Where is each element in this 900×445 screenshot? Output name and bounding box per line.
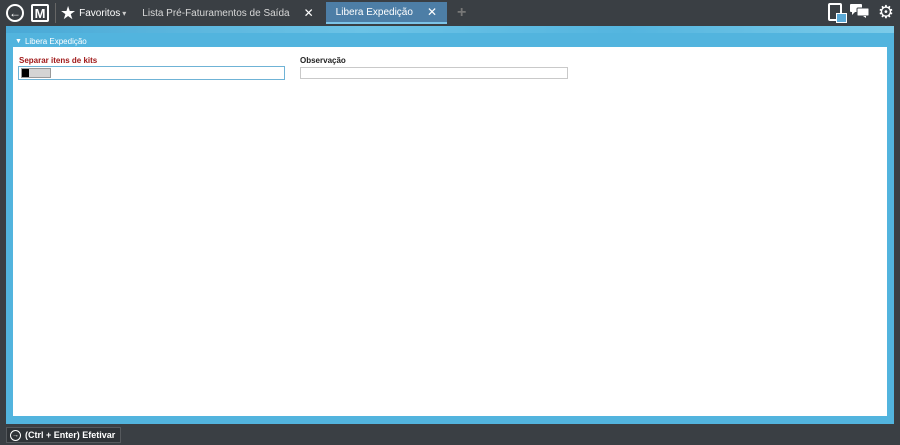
main-frame: ▼ Libera Expedição Separar itens de kits… [6,26,894,424]
clipboard-icon[interactable] [827,3,847,23]
separar-itens-label: Separar itens de kits [19,56,98,65]
observacao-label: Observação [300,56,346,65]
efetivar-button[interactable]: → (Ctrl + Enter) Efetivar [6,427,122,443]
chat-icon[interactable] [849,3,870,21]
top-bar: ← M ★ Favoritos ▾ Lista Pré-Faturamentos… [0,0,900,26]
tab-lista-pre-faturamentos[interactable]: Lista Pré-Faturamentos de Saída ✕ [132,2,323,24]
favorites-label: Favoritos [79,7,121,19]
tab-label: Lista Pré-Faturamentos de Saída [142,7,290,19]
app-menu-button[interactable]: M [24,2,49,24]
star-icon: ★ [60,3,77,23]
panel-title: Libera Expedição [24,36,87,46]
back-button[interactable]: ← [0,2,24,24]
chat-icon-svg [849,3,870,18]
divider [55,3,56,23]
close-icon[interactable]: ✕ [304,6,314,20]
panel-header[interactable]: ▼ Libera Expedição [13,35,887,47]
tab-libera-expedicao[interactable]: Libera Expedição ✕ [325,2,447,24]
m-logo-icon: M [31,4,49,22]
observacao-input[interactable] [300,67,568,79]
arrow-right-circle-icon: → [10,429,21,441]
frame-strip [6,26,894,33]
toggle-knob [22,69,29,77]
favorites-button[interactable]: ★ Favoritos ▾ [60,2,126,24]
add-tab-button[interactable]: + [457,4,466,22]
close-icon[interactable]: ✕ [427,5,437,19]
collapse-triangle-icon: ▼ [15,37,22,45]
separar-itens-field[interactable] [18,66,285,80]
back-icon: ← [6,4,24,22]
topbar-right-icons: ⚙ [827,3,894,23]
bottom-bar: → (Ctrl + Enter) Efetivar [0,424,900,445]
panel-body: Separar itens de kits Observação [13,47,887,416]
gear-icon[interactable]: ⚙ [878,3,894,21]
chevron-down-icon: ▾ [122,8,127,18]
tab-label: Libera Expedição [335,6,413,18]
separar-itens-toggle[interactable] [21,68,51,78]
efetivar-label: (Ctrl + Enter) Efetivar [25,430,116,440]
